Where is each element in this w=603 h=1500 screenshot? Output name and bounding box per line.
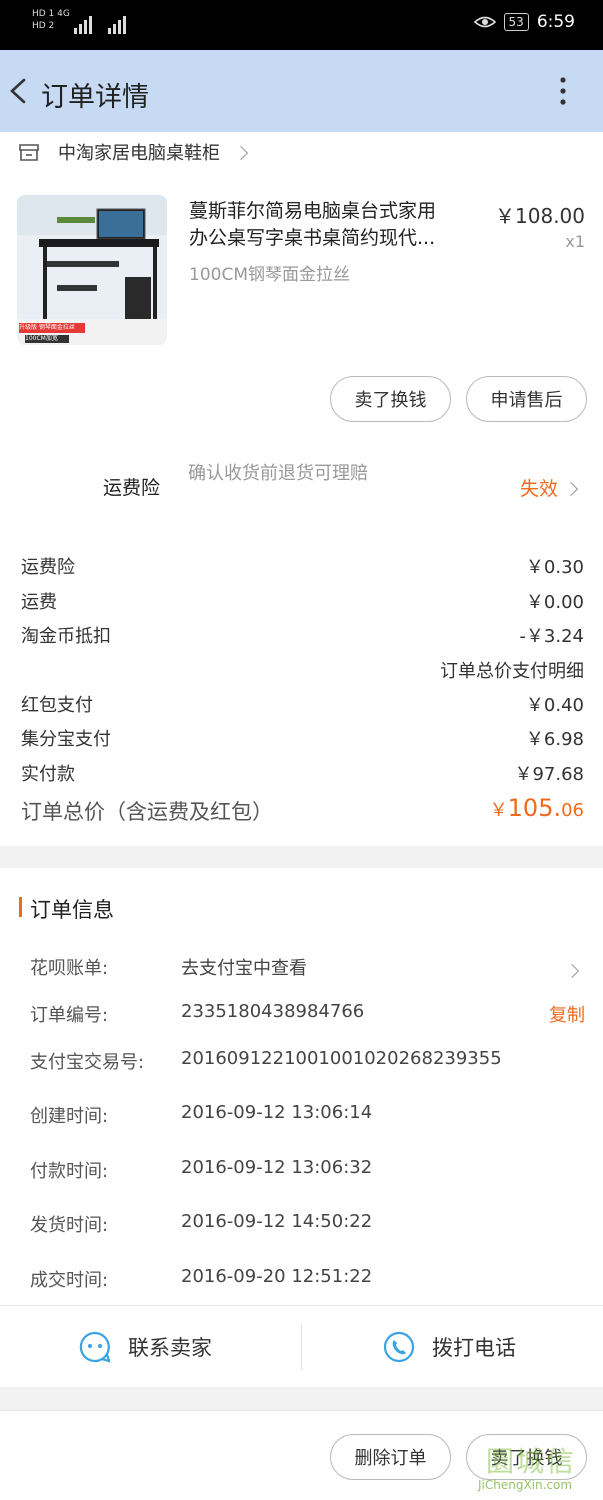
- battery-indicator: 53: [503, 13, 529, 31]
- payment-row: 红包支付 ￥0.40: [21, 691, 584, 717]
- payment-row: 集分宝支付 ￥6.98: [21, 725, 584, 751]
- fee-row: 淘金币抵扣 -￥3.24: [21, 622, 584, 648]
- chat-face-icon: [79, 1331, 111, 1363]
- info-value: 2016-09-12 13:06:32: [181, 1157, 373, 1178]
- info-value: 去支付宝中查看: [181, 958, 307, 979]
- info-value: 2016-09-20 12:51:22: [181, 1266, 373, 1287]
- paid-time-row: 付款时间: 2016-09-12 13:06:32: [30, 1157, 585, 1185]
- total-decimal: 06: [561, 800, 584, 821]
- thumbnail-size: 100CM加宽: [25, 335, 58, 342]
- info-label: 订单编号:: [30, 1005, 109, 1026]
- delete-order-button[interactable]: 删除订单: [330, 1434, 451, 1480]
- order-number-row: 订单编号: 2335180438984766 复制: [30, 1001, 585, 1029]
- shipping-insurance-status[interactable]: 失效: [520, 474, 579, 501]
- product-title[interactable]: 蔓斯菲尔简易电脑桌台式家用 办公桌写字桌书桌简约现代...: [189, 198, 479, 252]
- header: 订单详情: [0, 50, 603, 132]
- payment-label: 实付款: [21, 764, 75, 785]
- sim2-label: HD 2: [32, 21, 55, 31]
- info-label: 花呗账单:: [30, 958, 109, 979]
- product-title-line1: 蔓斯菲尔简易电脑桌台式家用: [189, 200, 437, 222]
- eye-icon: [473, 16, 496, 28]
- fee-label: 淘金币抵扣: [21, 626, 111, 647]
- more-icon[interactable]: [553, 74, 573, 108]
- call-label: 拨打电话: [432, 1336, 516, 1360]
- call-button[interactable]: 拨打电话: [382, 1306, 516, 1388]
- fee-value: ￥0.00: [525, 592, 584, 613]
- shipping-insurance-status-text: 失效: [520, 478, 559, 500]
- fee-label: 运费: [21, 592, 57, 613]
- copy-button[interactable]: 复制: [549, 1001, 585, 1027]
- divider: [301, 1324, 302, 1370]
- shop-link[interactable]: 中淘家居电脑桌鞋柜: [18, 138, 249, 166]
- shipping-insurance-label: 运费险: [103, 477, 161, 499]
- payment-value: ￥6.98: [525, 729, 584, 750]
- chevron-right-icon: [233, 143, 249, 162]
- back-icon[interactable]: [6, 74, 36, 108]
- clock: 6:59: [536, 12, 575, 32]
- contact-seller-label: 联系卖家: [128, 1336, 212, 1360]
- shop-name: 中淘家居电脑桌鞋柜: [58, 143, 220, 164]
- huabei-row[interactable]: 花呗账单: 去支付宝中查看: [30, 954, 585, 982]
- watermark: 圜城信 JiChengXin.com: [478, 1440, 598, 1498]
- signal-icon: [74, 16, 126, 34]
- watermark-url: JiChengXin.com: [478, 1478, 573, 1492]
- sim-indicators: HD 1 4G HD 2: [32, 8, 70, 32]
- store-icon: [19, 144, 39, 161]
- info-label: 发货时间:: [30, 1215, 109, 1236]
- info-value: 2016-09-12 14:50:22: [181, 1211, 373, 1232]
- product-title-line2: 办公桌写字桌书桌简约现代...: [189, 227, 436, 249]
- total-integer: 105.: [507, 794, 562, 822]
- currency-symbol: ￥: [489, 800, 508, 821]
- product-price: ￥108.00: [495, 204, 585, 228]
- payment-label: 集分宝支付: [21, 729, 111, 750]
- thumbnail-tag: 升级版 钢琴面金拉丝: [19, 324, 75, 331]
- shipped-time-row: 发货时间: 2016-09-12 14:50:22: [30, 1211, 585, 1239]
- info-label: 创建时间:: [30, 1106, 109, 1127]
- phone-icon: [383, 1331, 415, 1363]
- status-bar: HD 1 4G HD 2 53 6:59: [0, 0, 603, 50]
- order-total-label: 订单总价（含运费及红包）: [21, 800, 273, 824]
- order-info-card: [0, 868, 603, 1305]
- sim1-label: HD 1 4G: [32, 9, 70, 19]
- chevron-right-icon: [564, 960, 580, 981]
- fee-row: 运费险 ￥0.30: [21, 553, 584, 579]
- info-label: 成交时间:: [30, 1270, 109, 1291]
- info-value: 2016-09-12 13:06:14: [181, 1102, 373, 1123]
- order-info-title: 订单信息: [30, 898, 114, 922]
- info-label: 付款时间:: [30, 1161, 109, 1182]
- after-sale-button[interactable]: 申请售后: [466, 376, 587, 422]
- fee-row: 运费 ￥0.00: [21, 588, 584, 614]
- chevron-right-icon: [563, 477, 579, 499]
- contact-bar: 联系卖家 拨打电话: [0, 1305, 603, 1387]
- payment-detail-link[interactable]: 订单总价支付明细: [440, 657, 584, 683]
- page-title: 订单详情: [41, 82, 149, 113]
- product-sku: 100CM钢琴面金拉丝: [189, 265, 350, 285]
- payment-value: ￥0.40: [525, 695, 584, 716]
- contact-seller-button[interactable]: 联系卖家: [78, 1306, 212, 1388]
- payment-row: 实付款 ￥97.68: [21, 760, 584, 786]
- fee-value: ￥0.30: [525, 557, 584, 578]
- payment-label: 红包支付: [21, 695, 93, 716]
- section-accent-bar: [19, 897, 22, 917]
- fee-value: -￥3.24: [519, 626, 584, 647]
- info-label: 支付宝交易号:: [30, 1052, 145, 1073]
- sell-button[interactable]: 卖了换钱: [330, 376, 451, 422]
- shipping-insurance-desc: 确认收货前退货可理赔: [188, 463, 368, 484]
- alipay-trade-row: 支付宝交易号: 2016091221001001020268239355: [30, 1048, 585, 1076]
- order-total-value: ￥105.06: [490, 794, 584, 822]
- watermark-logo: 圜城信: [486, 1445, 577, 1478]
- created-time-row: 创建时间: 2016-09-12 13:06:14: [30, 1102, 585, 1130]
- payment-value: ￥97.68: [514, 764, 584, 785]
- fee-label: 运费险: [21, 557, 75, 578]
- completed-time-row: 成交时间: 2016-09-20 12:51:22: [30, 1266, 585, 1294]
- product-quantity: x1: [565, 232, 585, 251]
- product-thumbnail[interactable]: 升级版 钢琴面金拉丝 100CM加宽: [17, 195, 167, 345]
- order-total-row: 订单总价（含运费及红包） ￥105.06: [21, 794, 584, 828]
- info-value: 2335180438984766: [181, 1001, 365, 1022]
- info-value: 2016091221001001020268239355: [181, 1048, 502, 1069]
